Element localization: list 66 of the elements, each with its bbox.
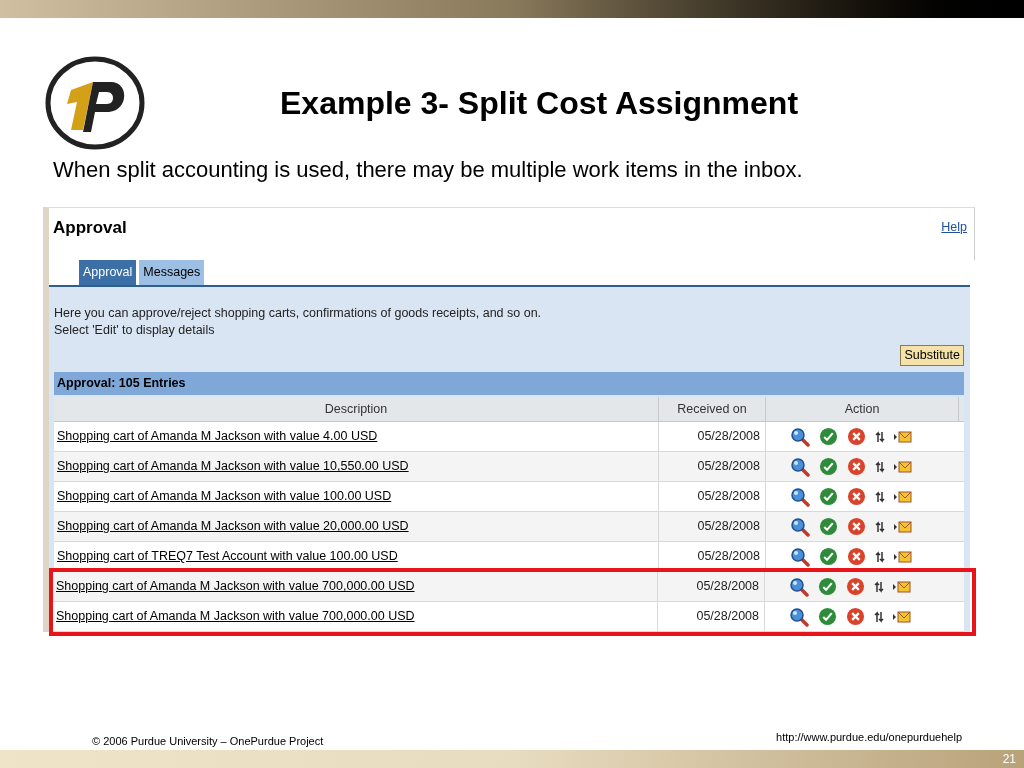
shopping-cart-link[interactable]: Shopping cart of Amanda M Jackson with value 100.00 USD [57, 487, 392, 506]
column-header: Action [766, 397, 959, 421]
intro-text: Here you can approve/reject shopping carts, confirmations of goods receipts, and so on. [54, 305, 543, 322]
date-cell-text: 05/28/2008 [697, 488, 760, 506]
magnifier-icon[interactable] [790, 486, 810, 507]
approve-icon[interactable] [819, 547, 838, 566]
swap-arrows-icon[interactable] [874, 578, 884, 595]
swap-arrows-icon[interactable] [874, 608, 884, 625]
slide-subtitle: When split accounting is used, there may be multiple work items in the inbox. [53, 156, 804, 184]
substitute-button[interactable]: Substitute [900, 345, 964, 366]
approve-icon[interactable] [819, 427, 838, 446]
slide-title: Example 3- Split Cost Assignment [280, 84, 799, 123]
reject-icon[interactable] [847, 487, 866, 506]
forward-mail-icon[interactable] [894, 520, 912, 533]
magnifier-icon[interactable] [790, 426, 810, 447]
forward-mail-icon[interactable] [894, 430, 912, 443]
approve-icon[interactable] [819, 487, 838, 506]
shopping-cart-link[interactable]: Shopping cart of Amanda M Jackson with value 20,000.00 USD [57, 517, 409, 536]
date-cell-text: 05/28/2008 [696, 608, 759, 626]
forward-mail-icon[interactable] [893, 610, 911, 623]
shopping-cart-link[interactable]: Shopping cart of Amanda M Jackson with value 4.00 USD [57, 427, 378, 446]
date-cell-text: 05/28/2008 [696, 578, 759, 596]
table-title: Approval: 105 Entries [57, 375, 186, 393]
date-cell-text: 05/28/2008 [697, 518, 760, 536]
swap-arrows-icon[interactable] [875, 428, 885, 445]
column-header: Description [54, 397, 659, 421]
reject-icon[interactable] [847, 457, 866, 476]
forward-mail-icon[interactable] [893, 580, 911, 593]
reject-icon[interactable] [846, 607, 865, 626]
logo-icon [45, 56, 145, 150]
url-text: http://www.purdue.edu/onepurduehelp [776, 729, 962, 745]
date-cell-text: 05/28/2008 [697, 548, 760, 566]
reject-icon[interactable] [847, 427, 866, 446]
date-cell-text: 05/28/2008 [697, 428, 760, 446]
magnifier-icon[interactable] [790, 516, 810, 537]
page-number: 21 [1002, 751, 1016, 768]
swap-arrows-icon[interactable] [875, 518, 885, 535]
reject-icon[interactable] [847, 547, 866, 566]
swap-arrows-icon[interactable] [875, 458, 885, 475]
shopping-cart-link[interactable]: Shopping cart of Amanda M Jackson with value 700,000.00 USD [56, 607, 415, 626]
tab[interactable]: Approval [79, 259, 137, 285]
swap-arrows-icon[interactable] [875, 548, 885, 565]
intro-text: Select 'Edit' to display details [54, 322, 216, 339]
forward-mail-icon[interactable] [894, 490, 912, 503]
reject-icon[interactable] [846, 577, 865, 596]
shopping-cart-link[interactable]: Shopping cart of Amanda M Jackson with value 10,550.00 USD [57, 457, 409, 476]
tab[interactable]: Messages [139, 259, 205, 285]
shopping-cart-link[interactable]: Shopping cart of TREQ7 Test Account with value 100.00 USD [57, 547, 398, 566]
magnifier-icon[interactable] [790, 456, 810, 477]
help-link[interactable]: Help [941, 218, 967, 237]
approve-icon[interactable] [819, 457, 838, 476]
magnifier-icon[interactable] [789, 576, 809, 597]
approve-icon[interactable] [818, 577, 837, 596]
copyright-text: © 2006 Purdue University – OnePurdue Project [92, 733, 324, 749]
approve-icon[interactable] [818, 607, 837, 626]
date-cell-text: 05/28/2008 [697, 458, 760, 476]
page-title: Approval [53, 217, 127, 239]
magnifier-icon[interactable] [789, 606, 809, 627]
approve-icon[interactable] [819, 517, 838, 536]
column-header: Received on [659, 397, 766, 421]
forward-mail-icon[interactable] [894, 460, 912, 473]
shopping-cart-link[interactable]: Shopping cart of Amanda M Jackson with value 700,000.00 USD [56, 577, 415, 596]
swap-arrows-icon[interactable] [875, 488, 885, 505]
reject-icon[interactable] [847, 517, 866, 536]
magnifier-icon[interactable] [790, 546, 810, 567]
forward-mail-icon[interactable] [894, 550, 912, 563]
